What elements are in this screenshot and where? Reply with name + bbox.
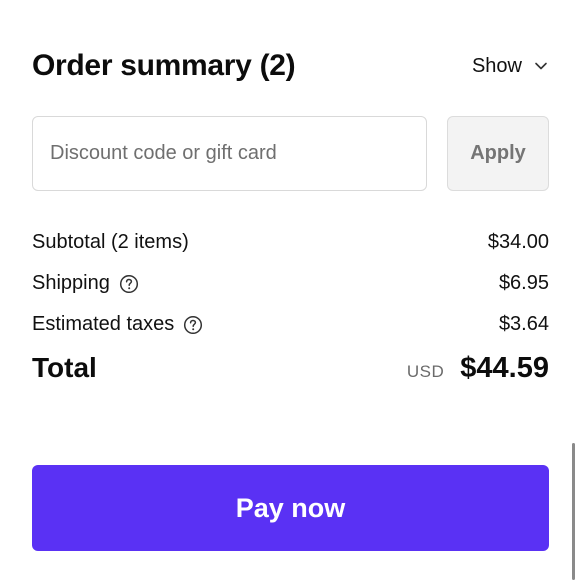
apply-discount-button[interactable]: Apply xyxy=(447,116,549,191)
subtotal-label: Subtotal (2 items) xyxy=(32,231,189,253)
cost-breakdown: Subtotal (2 items) $34.00 Shipping $6.95… xyxy=(32,222,549,345)
discount-code-input[interactable] xyxy=(32,116,427,191)
scrollbar-thumb[interactable] xyxy=(572,443,575,580)
currency-code: USD xyxy=(406,361,445,381)
taxes-value: $3.64 xyxy=(498,313,549,335)
total-amount: $44.59 xyxy=(460,351,549,384)
total-label: Total xyxy=(32,352,97,383)
taxes-help-icon[interactable] xyxy=(183,315,203,335)
taxes-label: Estimated taxes xyxy=(32,313,175,335)
order-summary-title: Order summary (2) xyxy=(32,49,296,82)
subtotal-value: $34.00 xyxy=(487,231,549,253)
show-toggle-label: Show xyxy=(471,54,522,77)
pay-now-button[interactable]: Pay now xyxy=(32,465,549,551)
shipping-label: Shipping xyxy=(32,272,110,294)
shipping-line: Shipping $6.95 xyxy=(32,263,549,304)
taxes-line: Estimated taxes $3.64 xyxy=(32,304,549,345)
discount-row: Apply xyxy=(32,116,549,191)
checkout-order-summary: Order summary (2) Show Apply Subtotal (2… xyxy=(0,0,580,580)
show-order-summary-toggle[interactable]: Show xyxy=(472,55,548,78)
chevron-down-icon xyxy=(534,59,548,73)
shipping-help-icon[interactable] xyxy=(119,274,139,294)
subtotal-line: Subtotal (2 items) $34.00 xyxy=(32,222,549,263)
order-summary-header: Order summary (2) Show xyxy=(32,44,548,88)
shipping-value: $6.95 xyxy=(498,272,549,294)
total-row: Total USD $44.59 xyxy=(32,346,549,390)
